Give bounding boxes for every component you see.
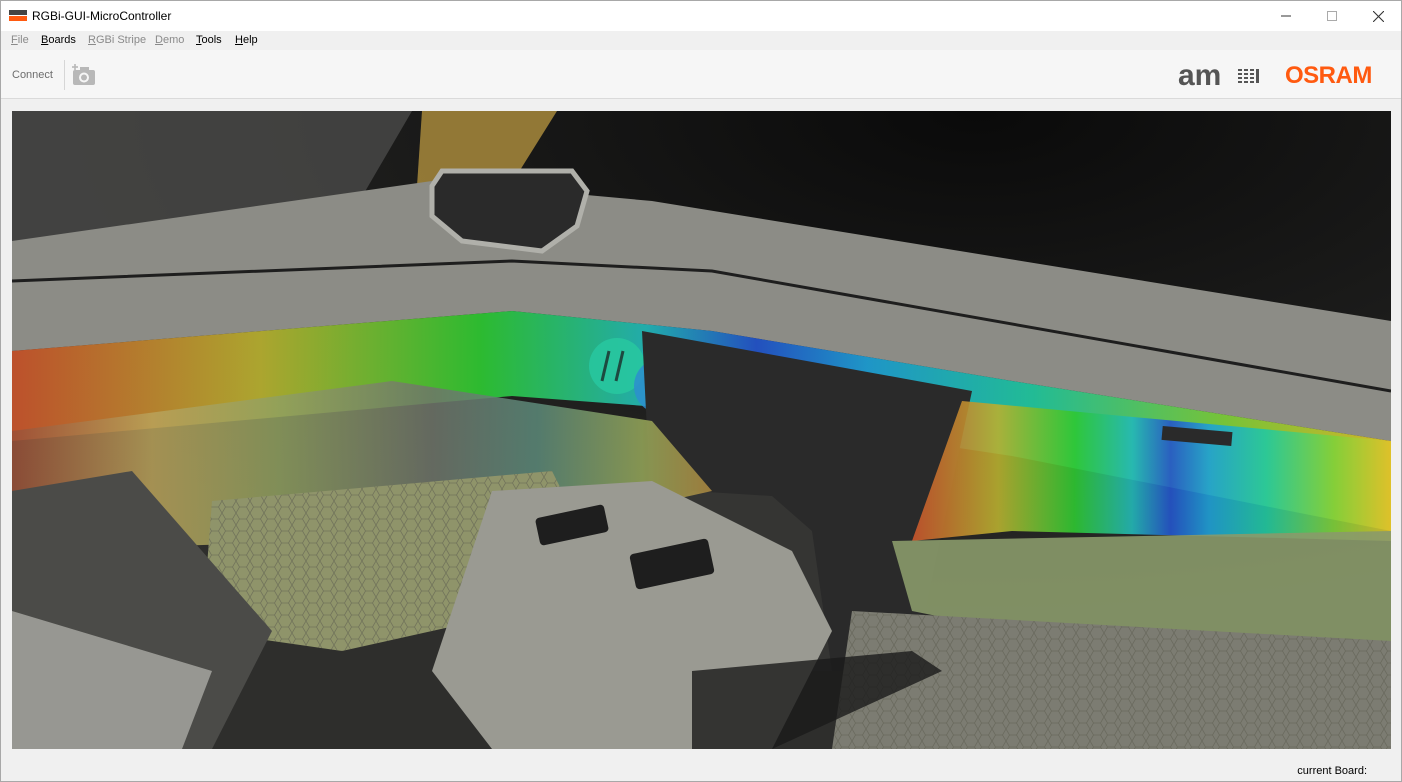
- menu-demo[interactable]: Demo: [155, 34, 184, 46]
- car-interior-visualization: [12, 111, 1391, 749]
- app-window: RGBi-GUI-MicroController File Boards RGB…: [0, 0, 1402, 782]
- window-title: RGBi-GUI-MicroController: [32, 9, 172, 23]
- menu-help[interactable]: Help: [235, 34, 258, 46]
- connect-button[interactable]: Connect: [12, 69, 53, 81]
- camera-add-icon[interactable]: [71, 64, 97, 86]
- toolbar: Connect am OSRAM: [1, 50, 1401, 99]
- maximize-button[interactable]: [1309, 1, 1355, 31]
- osram-logo: OSRAM: [1285, 62, 1372, 89]
- status-bar: current Board:: [1, 761, 1401, 781]
- minimize-icon: [1281, 15, 1291, 17]
- menu-file[interactable]: File: [11, 34, 29, 46]
- close-icon: [1372, 10, 1384, 22]
- ams-logo-text: am: [1178, 61, 1221, 89]
- current-board-label: current Board:: [1297, 765, 1367, 777]
- app-icon: [9, 10, 27, 21]
- menu-boards[interactable]: Boards: [41, 34, 76, 46]
- minimize-button[interactable]: [1263, 1, 1309, 31]
- ams-logo: am: [1178, 61, 1259, 89]
- car-interior-scene: [12, 111, 1391, 749]
- close-button[interactable]: [1355, 1, 1401, 31]
- menu-bar: File Boards RGBi Stripe Demo Tools Help: [1, 31, 1401, 79]
- maximize-icon: [1327, 11, 1337, 21]
- menu-tools[interactable]: Tools: [196, 34, 222, 46]
- title-bar: RGBi-GUI-MicroController: [1, 1, 1401, 31]
- menu-rgbi-stripe[interactable]: RGBi Stripe: [88, 34, 146, 46]
- toolbar-separator: [64, 60, 65, 90]
